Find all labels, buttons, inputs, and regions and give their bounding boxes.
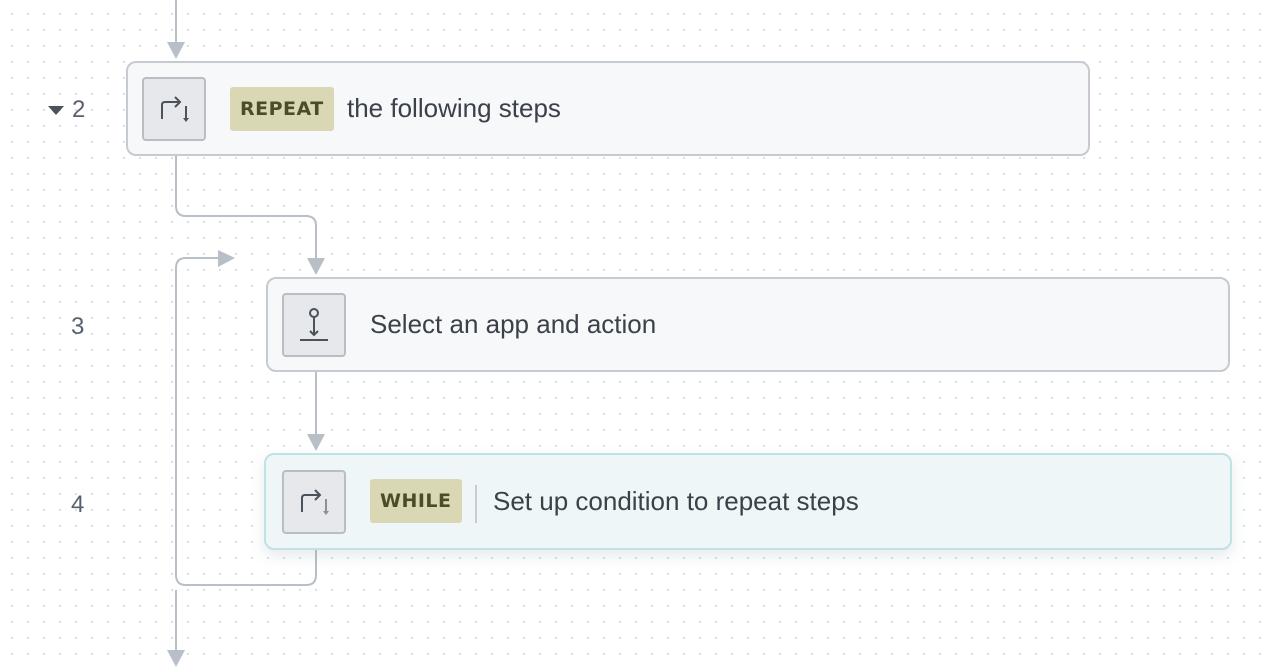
step-number-label: 2 xyxy=(72,96,86,123)
step-description: Select an app and action xyxy=(370,309,657,339)
step-number-4: 4 xyxy=(71,490,84,520)
arrowhead-into-step-2 xyxy=(167,42,185,59)
step-description: Set up condition to repeat steps xyxy=(493,486,859,516)
repeat-icon xyxy=(282,470,346,534)
arrowhead-into-step-4 xyxy=(307,434,325,451)
step-card-while[interactable]: WHILE Set up condition to repeat steps xyxy=(264,453,1232,550)
arrowhead-out-of-loop xyxy=(167,650,185,667)
while-badge: WHILE xyxy=(370,479,462,523)
badge-divider xyxy=(475,485,477,523)
collapse-caret-icon[interactable] xyxy=(48,105,64,115)
connector-step-2-to-step-3 xyxy=(175,155,317,260)
step-card-action[interactable]: Select an app and action xyxy=(266,277,1230,372)
action-placeholder-icon xyxy=(282,293,346,357)
arrowhead-into-step-3 xyxy=(307,258,325,275)
step-number-2: 2 xyxy=(48,95,85,125)
repeat-badge: REPEAT xyxy=(230,87,334,131)
step-description: the following steps xyxy=(347,93,561,123)
repeat-icon xyxy=(142,77,206,141)
step-number-3: 3 xyxy=(71,312,84,342)
step-card-repeat[interactable]: REPEAT the following steps xyxy=(126,61,1090,156)
step-number-label: 3 xyxy=(71,313,85,340)
step-number-label: 4 xyxy=(71,491,85,518)
arrowhead-loop-back xyxy=(218,250,235,267)
